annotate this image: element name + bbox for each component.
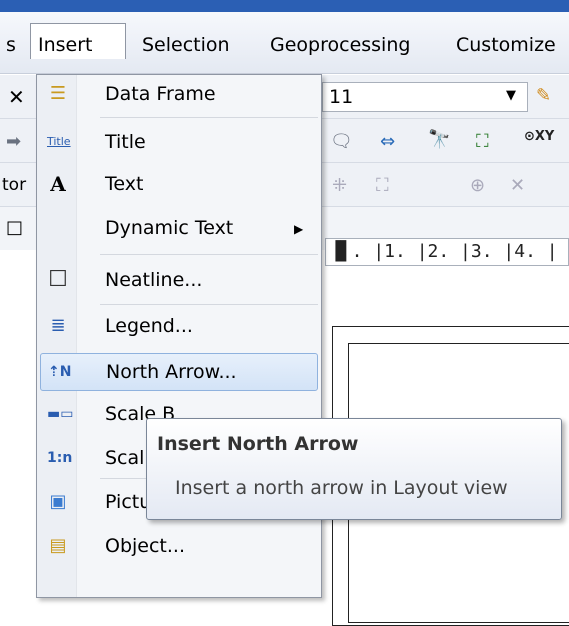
editor-icon[interactable]: ✎: [536, 85, 551, 106]
menu-item-neatline[interactable]: ☐ Neatline...: [37, 262, 321, 300]
menu-item-label: Pictu: [105, 491, 152, 513]
text-icon: A: [50, 172, 66, 196]
title-icon: Title: [47, 135, 71, 148]
menu-item-label: Dynamic Text: [105, 217, 234, 239]
tooltip-title: Insert North Arrow: [157, 433, 359, 455]
menu-customize[interactable]: Customize: [456, 34, 556, 56]
delete-icon[interactable]: ✕: [8, 85, 25, 109]
data-frame-icon: ☰: [49, 83, 67, 104]
window-title-strip: [0, 0, 569, 12]
menu-item-north-arrow[interactable]: ⇡N North Arrow...: [40, 353, 318, 391]
submenu-arrow-icon: ▶: [294, 222, 304, 236]
menu-item-label: Title: [105, 131, 146, 153]
forward-arrow-icon[interactable]: ➡: [6, 131, 21, 152]
object-icon: ▤: [49, 535, 67, 556]
measure-icon[interactable]: ⇔: [380, 131, 395, 152]
menu-item-label: Data Frame: [105, 83, 216, 105]
chevron-down-icon[interactable]: ▼: [506, 88, 516, 103]
split-icon[interactable]: ⊕: [470, 175, 485, 196]
menu-item-object[interactable]: ▤ Object...: [37, 528, 321, 566]
menu-item-label: Text: [105, 173, 144, 195]
cut-icon[interactable]: ✕: [510, 175, 525, 196]
north-arrow-icon: ⇡N: [48, 364, 72, 380]
reshape-icon[interactable]: ⛶: [376, 175, 389, 196]
goto-xy-icon[interactable]: ⊙XY: [524, 129, 554, 144]
menu-item-partial[interactable]: s: [6, 34, 16, 56]
menu-item-legend[interactable]: ≣ Legend...: [37, 308, 321, 346]
menu-bar: s Insert Selection Geoprocessing Customi…: [0, 12, 569, 74]
menu-separator: [100, 304, 318, 305]
legend-icon: ≣: [50, 315, 66, 336]
picture-icon: ▣: [49, 491, 67, 512]
window-icon[interactable]: □: [6, 217, 23, 238]
scale-combo[interactable]: 11: [322, 82, 528, 112]
tooltip: Insert North Arrow Insert a north arrow …: [146, 418, 562, 520]
menu-item-label: Legend...: [105, 315, 193, 337]
menu-geoprocessing[interactable]: Geoprocessing: [270, 34, 410, 56]
menu-selection[interactable]: Selection: [142, 34, 230, 56]
menu-item-label: Scal: [105, 447, 145, 469]
horizontal-ruler: ▐▌. |1. |2. |3. |4. |: [325, 238, 569, 266]
menu-item-label: Neatline...: [105, 269, 203, 291]
find-icon[interactable]: 🔭: [428, 129, 450, 150]
route-icon[interactable]: ⛶: [476, 131, 489, 152]
neatline-icon: ☐: [48, 267, 68, 292]
vertex-icon[interactable]: ⁜: [332, 175, 347, 196]
menu-separator: [100, 254, 318, 255]
menu-item-label: Object...: [105, 535, 185, 557]
menu-separator: [100, 117, 318, 118]
tooltip-body: Insert a north arrow in Layout view: [175, 477, 508, 499]
scale-bar-icon: ▬▭: [47, 406, 74, 422]
tooltip-icon[interactable]: 🗨: [330, 131, 353, 152]
menu-item-title[interactable]: Title Title: [37, 124, 321, 162]
menu-insert[interactable]: Insert: [38, 34, 93, 56]
menu-item-data-frame[interactable]: ☰ Data Frame: [37, 76, 321, 114]
menu-item-label: North Arrow...: [106, 361, 237, 383]
scale-text-icon: 1:n: [47, 450, 73, 466]
menu-item-dynamic-text[interactable]: Dynamic Text: [37, 210, 321, 248]
menu-item-text[interactable]: A Text: [37, 166, 321, 204]
toolbar-label-partial: tor: [2, 175, 27, 195]
